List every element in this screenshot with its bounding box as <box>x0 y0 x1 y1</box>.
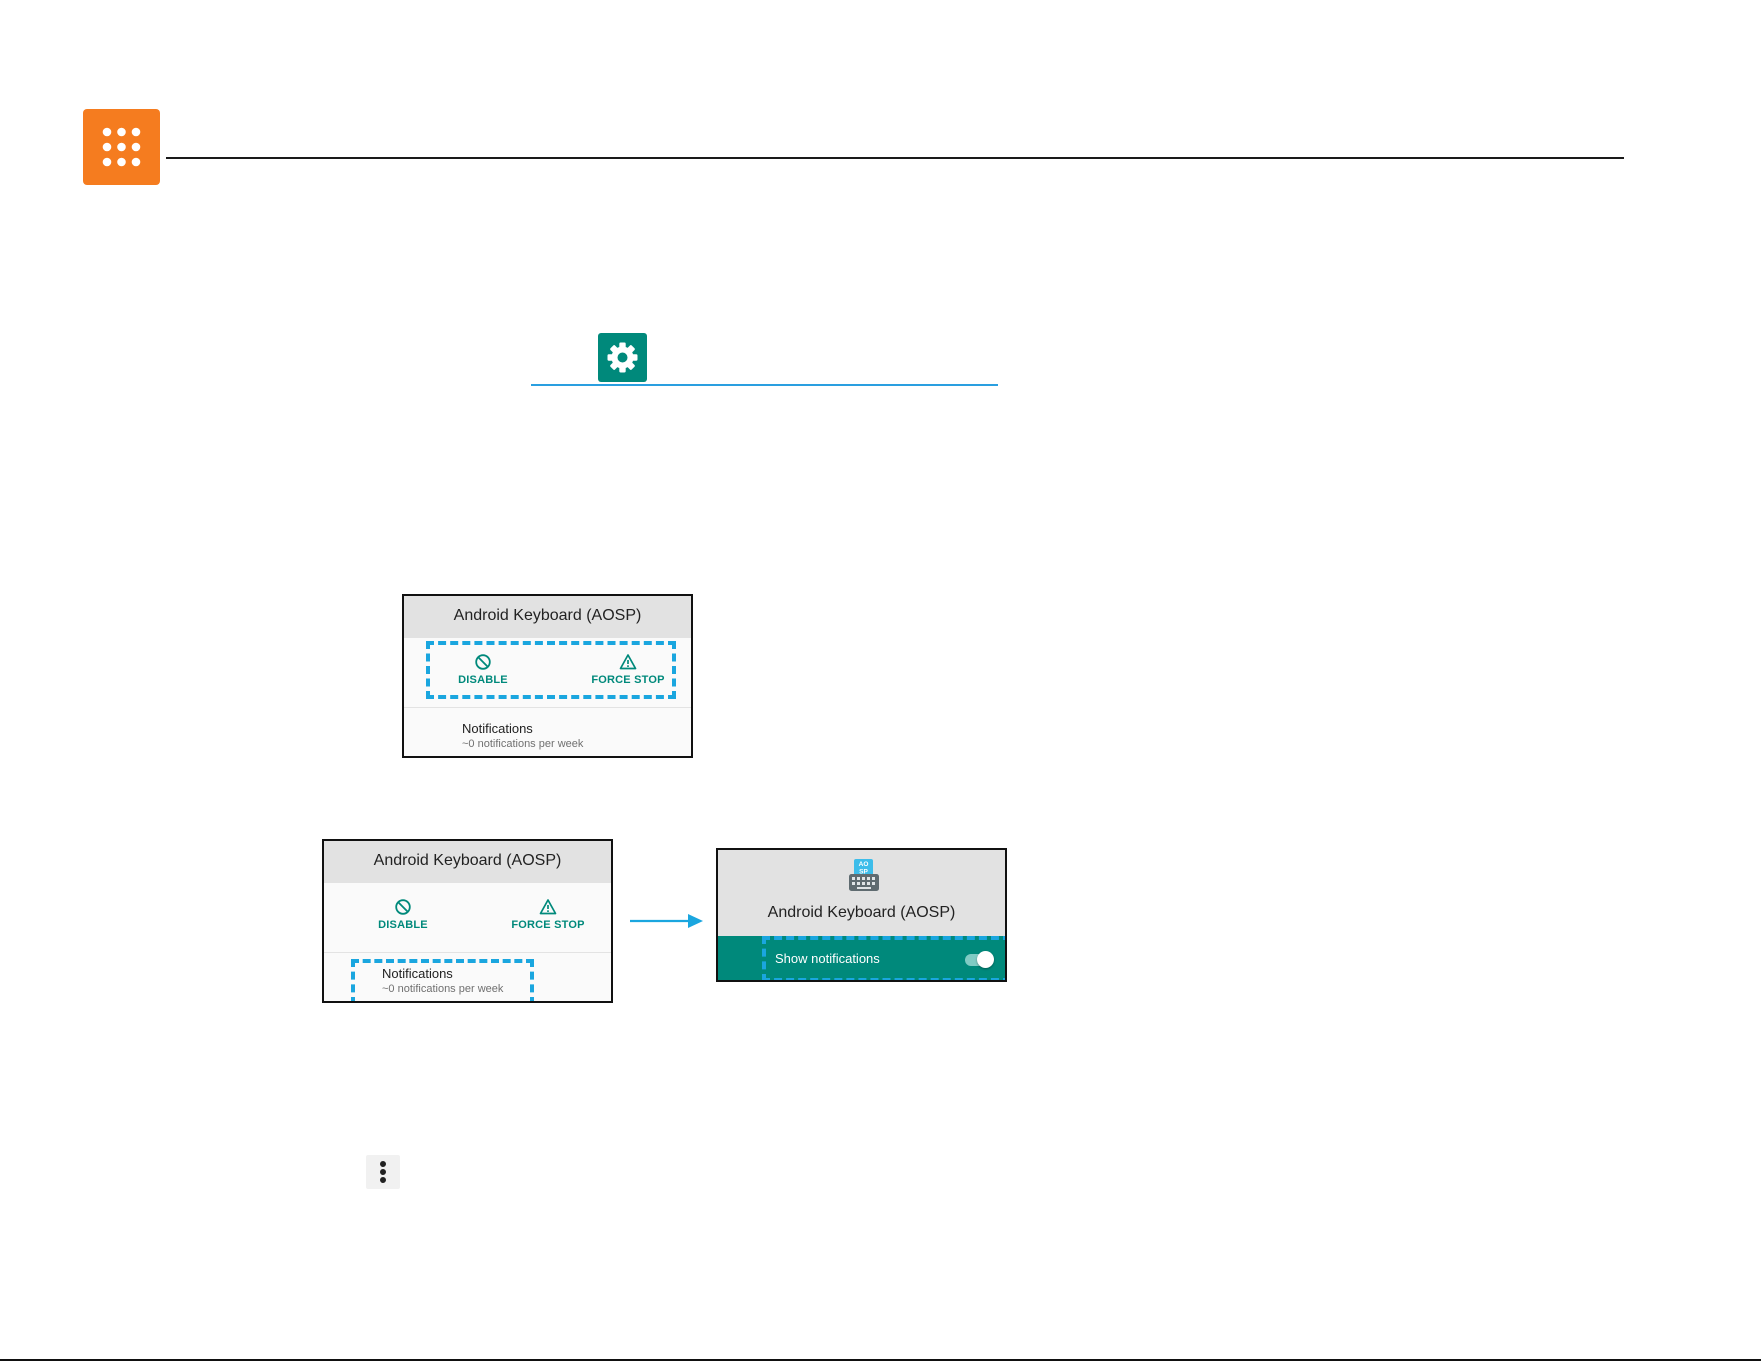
more-options-button[interactable] <box>366 1155 400 1189</box>
divider <box>404 707 691 708</box>
keyboard-icon: AO SP <box>847 858 881 897</box>
force-stop-button[interactable]: FORCE STOP <box>503 898 593 931</box>
apps-tile <box>83 109 160 185</box>
notifications-title[interactable]: Notifications <box>462 721 533 736</box>
gear-icon <box>607 342 638 373</box>
app-title: Android Keyboard (AOSP) <box>404 596 691 638</box>
highlight-frame <box>426 641 676 699</box>
divider <box>324 952 611 953</box>
svg-text:AO: AO <box>859 861 869 868</box>
apps-grid-icon <box>102 127 141 167</box>
header-rule <box>166 157 1624 159</box>
block-icon <box>395 899 411 915</box>
app-title: Android Keyboard (AOSP) <box>767 904 956 921</box>
app-info-card: Android Keyboard (AOSP) DISABLE FORCE ST… <box>402 594 693 758</box>
highlight-frame <box>762 936 1005 980</box>
force-stop-label: FORCE STOP <box>511 919 585 931</box>
arrow-right-icon <box>630 912 704 930</box>
disable-button[interactable]: DISABLE <box>366 898 440 931</box>
notifications-subtitle: ~0 notifications per week <box>462 738 584 750</box>
settings-tile <box>598 333 647 382</box>
app-title: Android Keyboard (AOSP) <box>324 841 611 883</box>
more-vert-icon <box>380 1161 386 1183</box>
warning-icon <box>539 899 557 915</box>
highlight-frame <box>351 959 534 1001</box>
app-info-card: Android Keyboard (AOSP) DISABLE FORCE ST… <box>322 839 613 1003</box>
settings-underline <box>531 384 998 386</box>
disable-label: DISABLE <box>378 919 428 931</box>
notification-settings-card: AO SP Android Keyboard (AOSP) Show notif… <box>716 848 1007 982</box>
